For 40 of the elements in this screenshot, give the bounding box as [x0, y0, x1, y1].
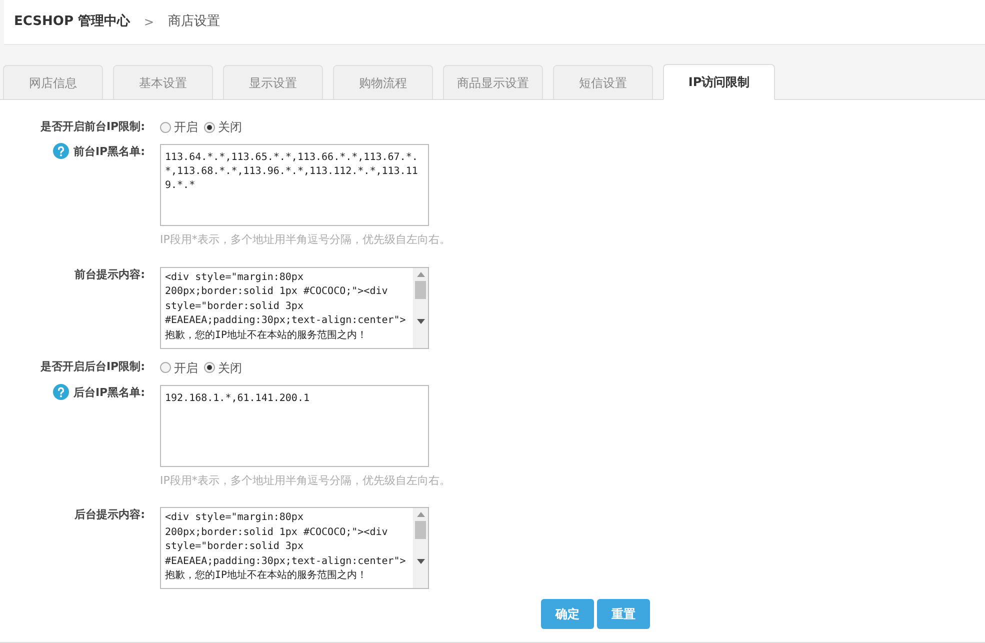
text-area[interactable]: 192.168.1.*,61.141.200.1	[160, 384, 429, 466]
scroll-down-icon[interactable]	[416, 559, 424, 564]
scrollbar[interactable]	[413, 268, 428, 348]
help-icon[interactable]	[53, 143, 70, 159]
radio-button[interactable]	[204, 122, 215, 132]
tab[interactable]: 基本设置	[113, 65, 213, 99]
radio-label: 关闭	[218, 119, 242, 136]
scroll-up-icon[interactable]	[416, 272, 424, 276]
scroll-thumb[interactable]	[415, 521, 426, 539]
help-icon[interactable]	[53, 384, 70, 400]
tab[interactable]: 商品显示设置	[443, 65, 543, 99]
field-label: 前台提示内容:	[74, 266, 145, 282]
field-label: 是否开启前台IP限制:	[40, 118, 145, 135]
radio-label: 开启	[174, 119, 198, 136]
tab[interactable]: 显示设置	[223, 65, 323, 99]
app-title: ECSHOP 管理中心	[14, 12, 130, 32]
field-label: 后台提示内容:	[74, 507, 145, 523]
breadcrumb-separator: >	[144, 14, 154, 31]
scroll-down-icon[interactable]	[416, 318, 424, 324]
radio-label: 开启	[174, 360, 198, 376]
text-area[interactable]: 113.64.*.*,113.65.*.*,113.66.*.*,113.67.*.*,113.68.*.*,113.96.*.*,113.112.*.*,113.119.*.*	[160, 144, 429, 226]
scrollbar[interactable]	[413, 508, 428, 588]
hint-text: IP段用*表示，多个地址用半角逗号分隔，优先级自左向右。	[160, 472, 450, 488]
field-label: 后台IP黑名单:	[73, 384, 145, 400]
scroll-up-icon[interactable]	[416, 512, 424, 517]
field-label: 是否开启后台IP限制:	[40, 359, 145, 376]
form-button[interactable]: 重置	[597, 599, 650, 629]
radio-button[interactable]	[160, 122, 171, 132]
tab[interactable]: 网店信息	[3, 65, 103, 99]
radio-label: 关闭	[218, 360, 242, 376]
scroll-thumb[interactable]	[415, 280, 426, 298]
hint-text: IP段用*表示，多个地址用半角逗号分隔，优先级自左向右。	[160, 232, 450, 248]
tab[interactable]: IP访问限制	[663, 64, 775, 100]
radio-button[interactable]	[160, 362, 171, 373]
tab[interactable]: 购物流程	[333, 65, 433, 99]
breadcrumb-page: 商店设置	[168, 13, 220, 32]
tab[interactable]: 短信设置	[553, 65, 653, 99]
radio-button[interactable]	[204, 362, 215, 373]
field-label: 前台IP黑名单:	[73, 144, 145, 160]
form-button[interactable]: 确定	[541, 599, 594, 629]
